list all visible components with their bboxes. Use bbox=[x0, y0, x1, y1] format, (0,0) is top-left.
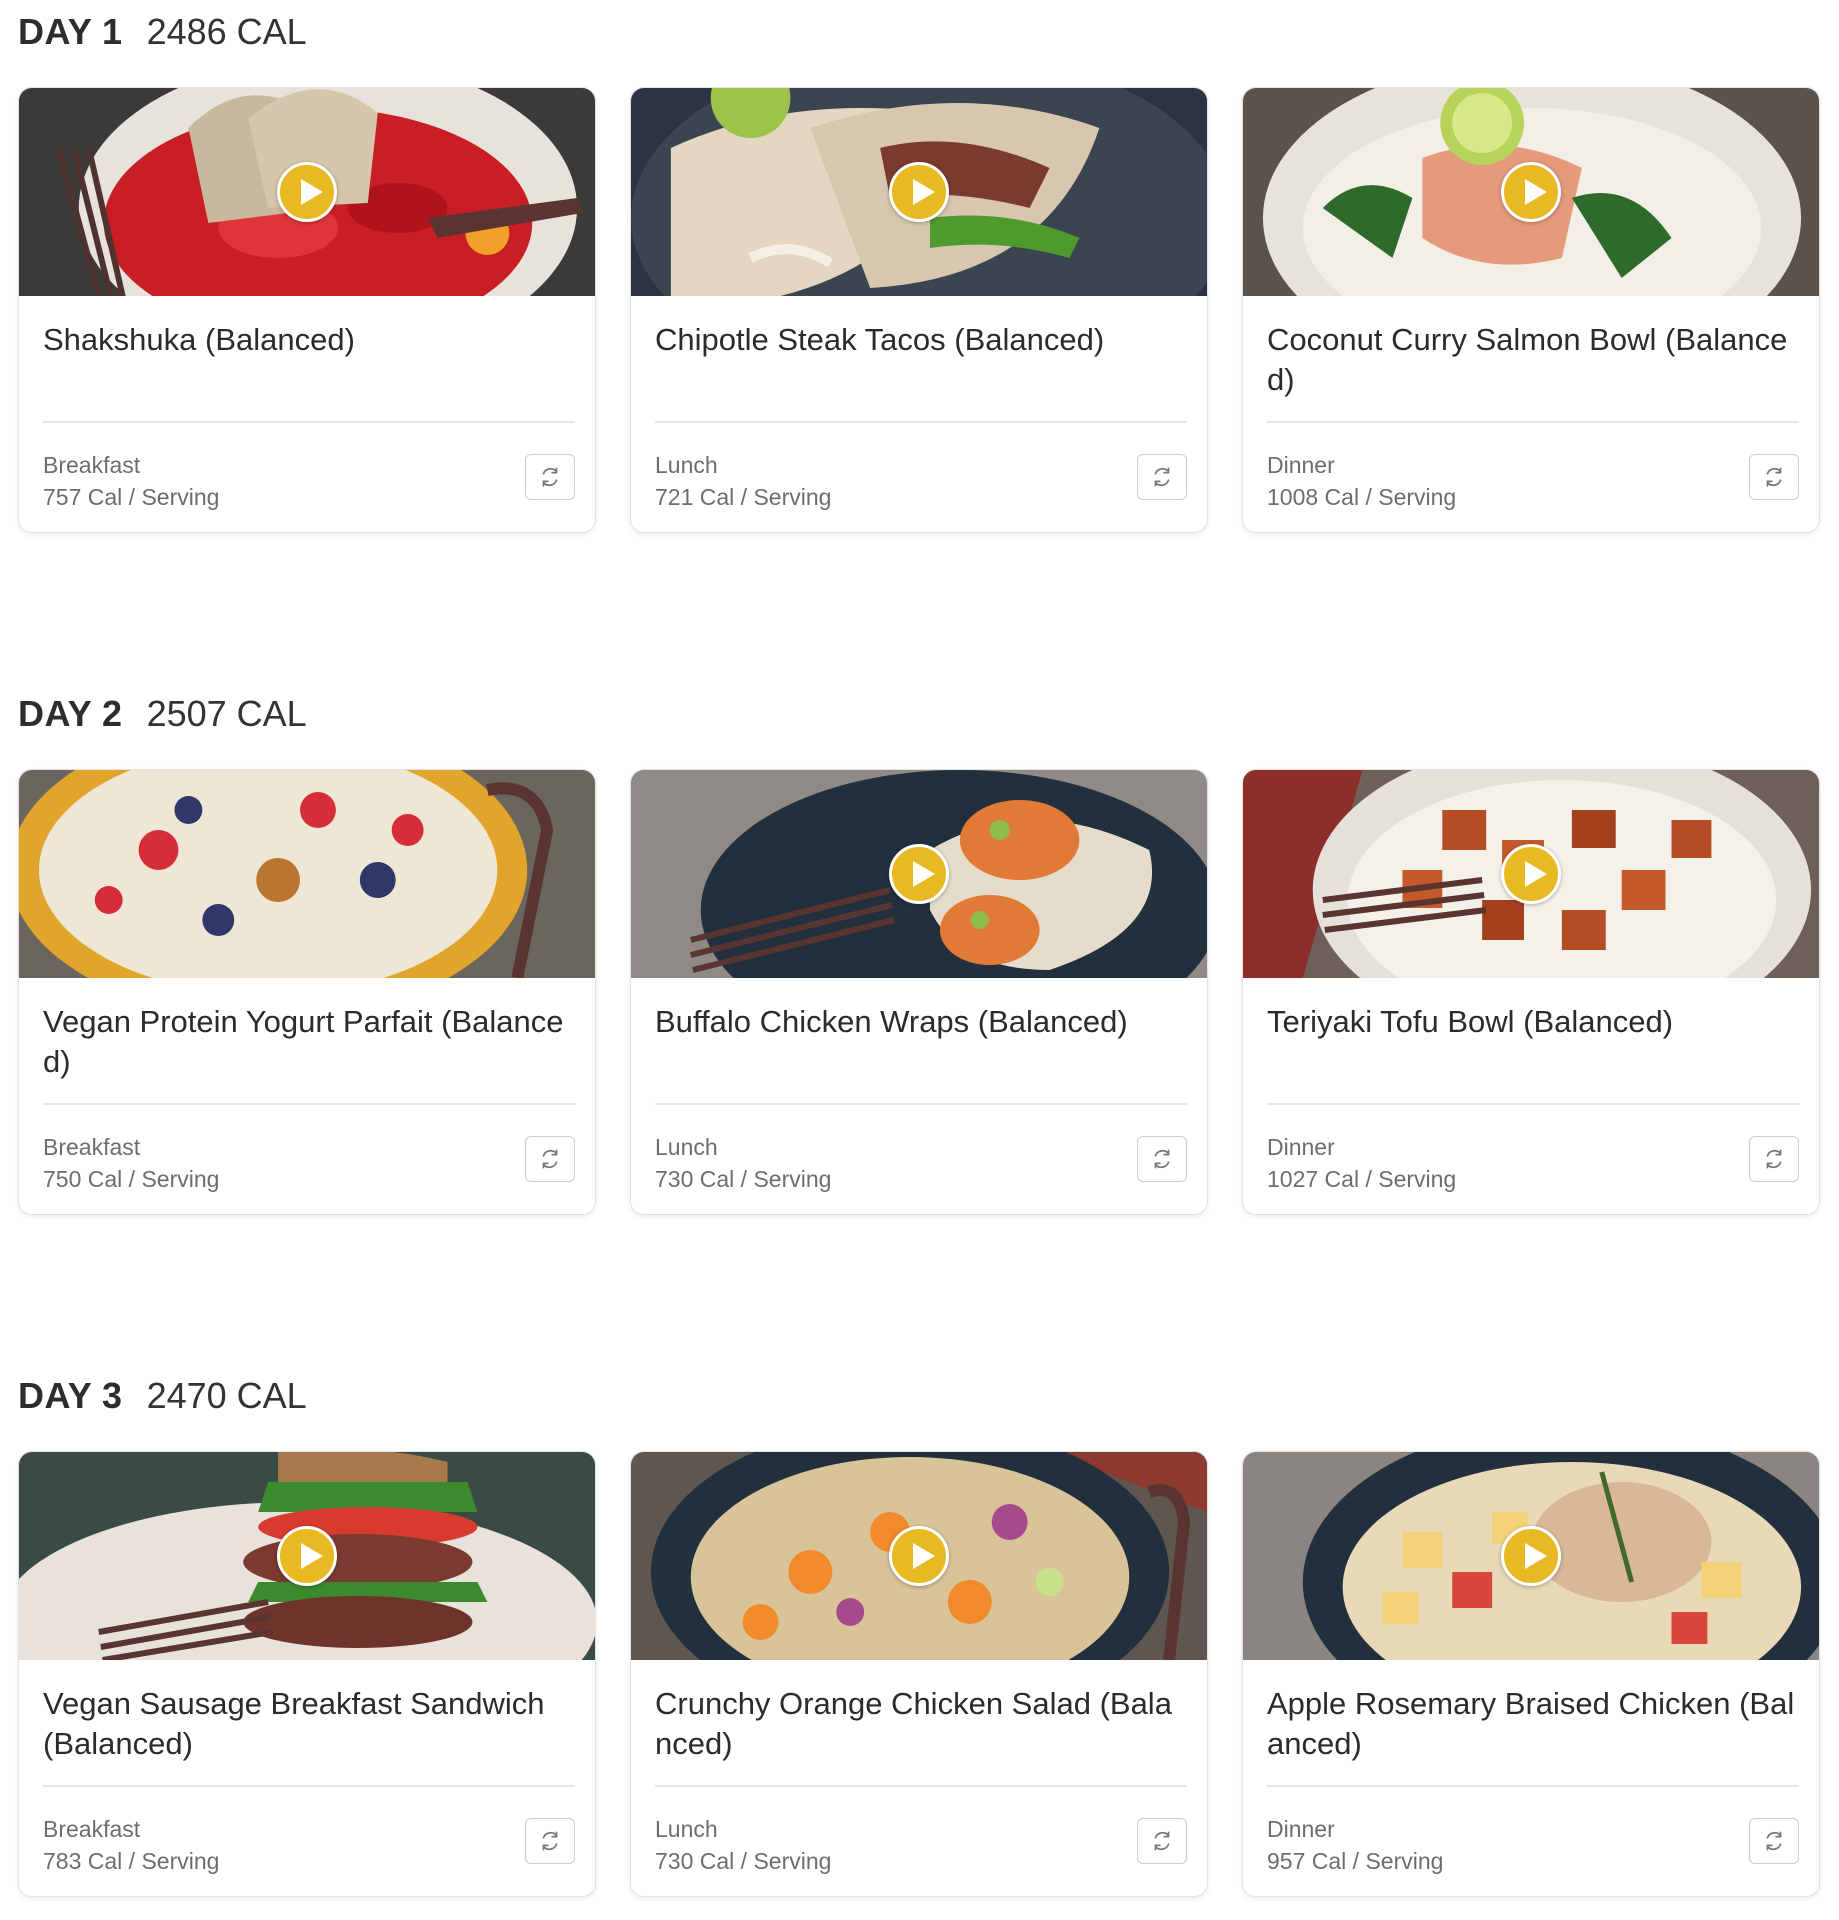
swap-button[interactable] bbox=[1137, 1818, 1187, 1864]
meal-type: Dinner bbox=[1267, 452, 1335, 478]
divider bbox=[1267, 1785, 1799, 1787]
day-calories: 2470 CAL bbox=[146, 1375, 307, 1416]
recipe-card[interactable]: Crunchy Orange Chicken Salad (Balanced) … bbox=[630, 1451, 1208, 1897]
day-header: DAY 2 2507 CAL bbox=[18, 690, 307, 738]
calories-per-serving: 757 Cal / Serving bbox=[43, 484, 220, 510]
day-calories: 2507 CAL bbox=[146, 693, 307, 734]
recipe-title[interactable]: Apple Rosemary Braised Chicken (Balanced… bbox=[1267, 1684, 1797, 1764]
play-icon[interactable] bbox=[277, 162, 337, 222]
meal-type: Breakfast bbox=[43, 1816, 141, 1842]
meal-type: Lunch bbox=[655, 1134, 718, 1160]
divider bbox=[43, 1103, 575, 1105]
play-icon[interactable] bbox=[1501, 1526, 1561, 1586]
meal-type: Dinner bbox=[1267, 1816, 1335, 1842]
meal-type: Lunch bbox=[655, 452, 718, 478]
divider bbox=[1267, 1103, 1799, 1105]
divider bbox=[1267, 421, 1799, 423]
swap-icon bbox=[542, 467, 558, 487]
recipe-card[interactable]: Apple Rosemary Braised Chicken (Balanced… bbox=[1242, 1451, 1820, 1897]
recipe-title[interactable]: Shakshuka (Balanced) bbox=[43, 320, 573, 360]
meal-type: Breakfast bbox=[43, 452, 141, 478]
day-label: DAY 3 bbox=[18, 1375, 123, 1416]
recipe-photo-breakfast-sandwich[interactable] bbox=[19, 1452, 595, 1660]
swap-button[interactable] bbox=[1137, 454, 1187, 500]
play-icon[interactable] bbox=[1501, 844, 1561, 904]
swap-icon bbox=[542, 1149, 558, 1169]
play-icon[interactable] bbox=[889, 844, 949, 904]
swap-button[interactable] bbox=[525, 1818, 575, 1864]
swap-button[interactable] bbox=[1749, 454, 1799, 500]
recipe-photo-steak-tacos[interactable] bbox=[631, 88, 1207, 296]
day-header: DAY 1 2486 CAL bbox=[18, 8, 307, 56]
recipe-photo-tofu-bowl[interactable] bbox=[1243, 770, 1819, 978]
swap-button[interactable] bbox=[525, 454, 575, 500]
calories-per-serving: 783 Cal / Serving bbox=[43, 1848, 220, 1874]
recipe-title[interactable]: Vegan Protein Yogurt Parfait (Balanced) bbox=[43, 1002, 573, 1082]
swap-icon bbox=[1154, 467, 1170, 487]
swap-icon bbox=[1154, 1831, 1170, 1851]
recipe-title[interactable]: Teriyaki Tofu Bowl (Balanced) bbox=[1267, 1002, 1797, 1042]
recipe-card[interactable]: Vegan Protein Yogurt Parfait (Balanced) … bbox=[18, 769, 596, 1215]
swap-icon bbox=[1766, 1831, 1782, 1851]
swap-button[interactable] bbox=[1137, 1136, 1187, 1182]
recipe-photo-chicken-wraps[interactable] bbox=[631, 770, 1207, 978]
recipe-card[interactable]: Vegan Sausage Breakfast Sandwich (Balanc… bbox=[18, 1451, 596, 1897]
recipe-photo-yogurt-parfait[interactable] bbox=[19, 770, 595, 978]
meal-type: Breakfast bbox=[43, 1134, 141, 1160]
day-header: DAY 3 2470 CAL bbox=[18, 1372, 307, 1420]
divider bbox=[655, 1785, 1187, 1787]
day-label: DAY 2 bbox=[18, 693, 123, 734]
swap-button[interactable] bbox=[525, 1136, 575, 1182]
day-calories: 2486 CAL bbox=[146, 11, 307, 52]
play-icon[interactable] bbox=[889, 1526, 949, 1586]
play-icon[interactable] bbox=[1501, 162, 1561, 222]
meal-type: Lunch bbox=[655, 1816, 718, 1842]
recipe-card[interactable]: Coconut Curry Salmon Bowl (Balanced) Din… bbox=[1242, 87, 1820, 533]
recipe-title[interactable]: Vegan Sausage Breakfast Sandwich (Balanc… bbox=[43, 1684, 573, 1764]
divider bbox=[655, 421, 1187, 423]
recipe-photo-braised-chicken[interactable] bbox=[1243, 1452, 1819, 1660]
recipe-photo-salmon-bowl[interactable] bbox=[1243, 88, 1819, 296]
swap-button[interactable] bbox=[1749, 1818, 1799, 1864]
swap-icon bbox=[1766, 467, 1782, 487]
day-label: DAY 1 bbox=[18, 11, 123, 52]
recipe-title[interactable]: Coconut Curry Salmon Bowl (Balanced) bbox=[1267, 320, 1797, 400]
recipe-card[interactable]: Teriyaki Tofu Bowl (Balanced) Dinner 102… bbox=[1242, 769, 1820, 1215]
divider bbox=[655, 1103, 1187, 1105]
play-icon[interactable] bbox=[277, 1526, 337, 1586]
calories-per-serving: 730 Cal / Serving bbox=[655, 1848, 832, 1874]
recipe-card[interactable]: Shakshuka (Balanced) Breakfast 757 Cal /… bbox=[18, 87, 596, 533]
swap-icon bbox=[1154, 1149, 1170, 1169]
divider bbox=[43, 1785, 575, 1787]
calories-per-serving: 957 Cal / Serving bbox=[1267, 1848, 1444, 1874]
recipe-title[interactable]: Crunchy Orange Chicken Salad (Balanced) bbox=[655, 1684, 1185, 1764]
meal-type: Dinner bbox=[1267, 1134, 1335, 1160]
recipe-card[interactable]: Buffalo Chicken Wraps (Balanced) Lunch 7… bbox=[630, 769, 1208, 1215]
divider bbox=[43, 421, 575, 423]
recipe-title[interactable]: Buffalo Chicken Wraps (Balanced) bbox=[655, 1002, 1185, 1042]
recipe-title[interactable]: Chipotle Steak Tacos (Balanced) bbox=[655, 320, 1185, 360]
recipe-photo-chicken-salad[interactable] bbox=[631, 1452, 1207, 1660]
play-icon[interactable] bbox=[889, 162, 949, 222]
calories-per-serving: 730 Cal / Serving bbox=[655, 1166, 832, 1192]
swap-icon bbox=[542, 1831, 558, 1851]
calories-per-serving: 721 Cal / Serving bbox=[655, 484, 832, 510]
recipe-card[interactable]: Chipotle Steak Tacos (Balanced) Lunch 72… bbox=[630, 87, 1208, 533]
swap-icon bbox=[1766, 1149, 1782, 1169]
recipe-photo-shakshuka[interactable] bbox=[19, 88, 595, 296]
swap-button[interactable] bbox=[1749, 1136, 1799, 1182]
calories-per-serving: 750 Cal / Serving bbox=[43, 1166, 220, 1192]
calories-per-serving: 1027 Cal / Serving bbox=[1267, 1166, 1457, 1192]
calories-per-serving: 1008 Cal / Serving bbox=[1267, 484, 1457, 510]
